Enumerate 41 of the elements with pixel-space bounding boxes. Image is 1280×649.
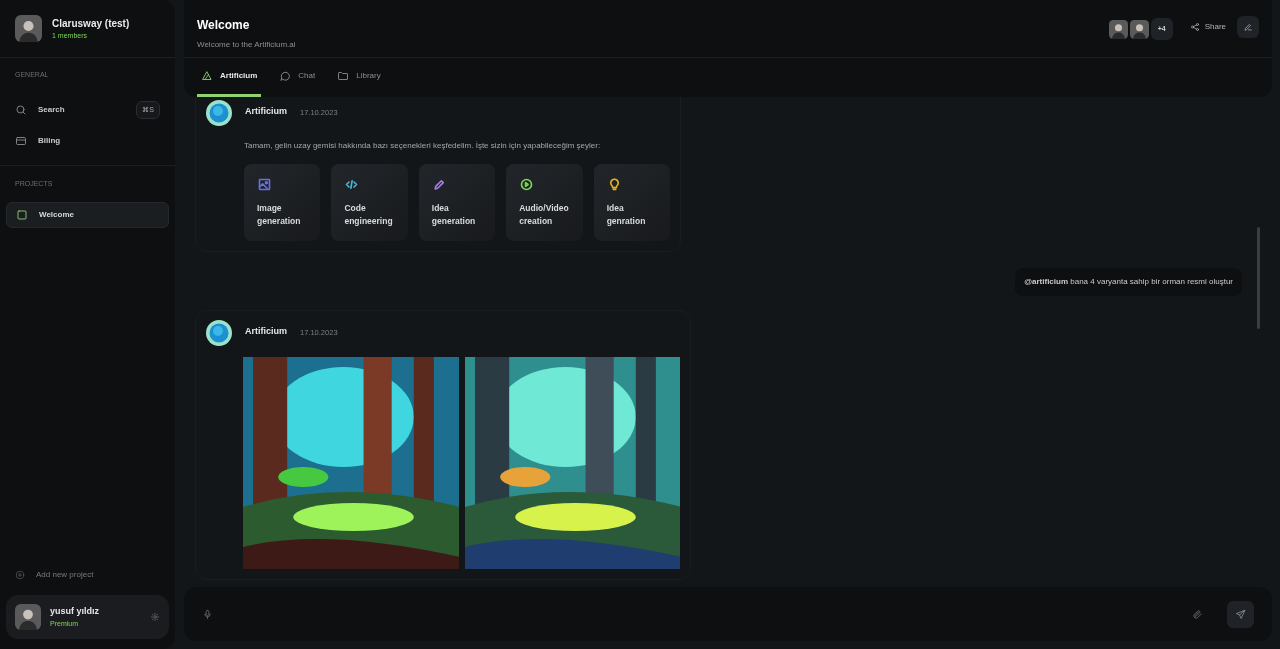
scrollbar[interactable] — [1257, 227, 1260, 329]
share-button[interactable]: Share — [1189, 21, 1226, 33]
author-name: Artificium — [245, 105, 287, 119]
settings-icon — [150, 612, 160, 622]
user-name: yusuf yıldız — [50, 605, 100, 618]
edit-button[interactable] — [1237, 16, 1259, 38]
triangle-icon — [201, 70, 213, 82]
card-icon — [15, 135, 27, 147]
search-icon — [15, 104, 27, 116]
option-card[interactable]: Audio/Video creation — [506, 164, 583, 241]
send-button[interactable] — [1227, 600, 1254, 628]
user-avatar — [15, 604, 41, 630]
bot-avatar — [206, 320, 232, 346]
message-text: Tamam, gelin uzay gemisi hakkında bazı seçenekleri keşfedelim. İşte sizin için yapabileceğim şeyler: — [244, 140, 602, 152]
tab[interactable]: Library — [333, 58, 385, 97]
bot-avatar — [206, 100, 232, 126]
microphone-icon — [202, 608, 213, 620]
share-icon — [1189, 22, 1200, 32]
author-name: Artificium — [245, 325, 287, 339]
page-subtitle: Welcome to the Artificium.ai — [197, 39, 297, 51]
tab[interactable]: Artificium — [197, 58, 262, 97]
tab[interactable]: Chat — [275, 58, 320, 97]
team-avatar — [15, 15, 42, 42]
project-item[interactable]: Welcome — [6, 202, 169, 228]
page-title: Welcome — [197, 17, 251, 34]
option-card[interactable]: Code engineering — [331, 164, 408, 241]
team-name: Clarusway (test) — [52, 16, 130, 31]
message-bubble: @artificium bana 4 varyanta sahip bir orman resmi oluştur — [1015, 268, 1242, 296]
option-card[interactable]: Image generation — [244, 164, 321, 241]
speech-bubble-icon — [279, 70, 292, 82]
square-icon — [16, 209, 28, 221]
member-avatar — [1108, 19, 1128, 39]
sidebar-item[interactable]: Biling — [0, 125, 175, 157]
send-icon — [1235, 608, 1246, 620]
folder-icon — [337, 70, 350, 82]
paperclip-icon — [1192, 608, 1203, 620]
option-card[interactable]: Idea genration — [593, 164, 671, 241]
member-avatar — [1129, 19, 1149, 39]
add-project-link[interactable]: Add new project — [0, 563, 175, 587]
option-card[interactable]: Idea generation — [418, 164, 496, 241]
pencil-icon — [1243, 22, 1253, 32]
